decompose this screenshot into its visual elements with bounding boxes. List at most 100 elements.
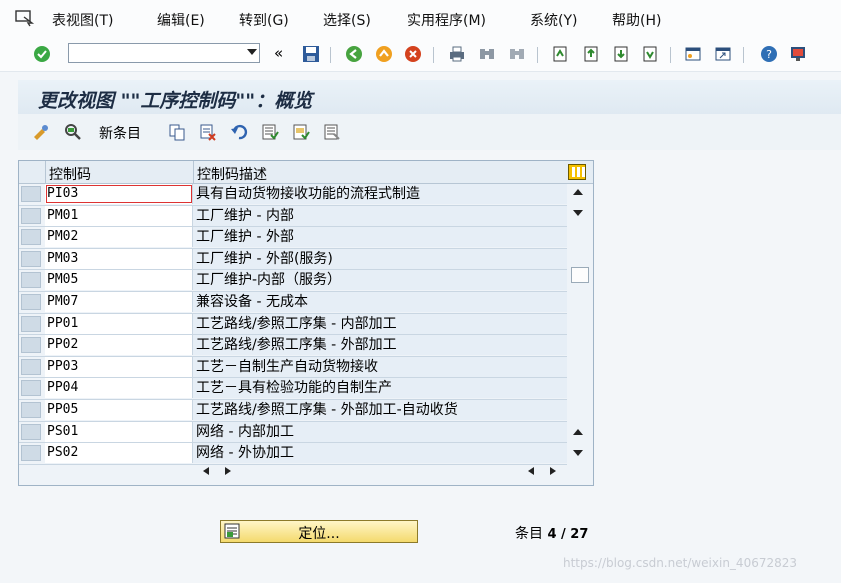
menu-system[interactable]: 系统(Y) — [530, 10, 577, 30]
scroll-left-icon[interactable] — [203, 467, 209, 475]
next-page-icon[interactable] — [612, 45, 630, 63]
row-selector[interactable] — [21, 229, 41, 246]
scroll-down-icon[interactable] — [573, 450, 583, 456]
control-key-cell[interactable]: PP02 — [45, 335, 193, 356]
column-header-control-key[interactable]: 控制码 — [49, 164, 91, 184]
delete-icon[interactable] — [199, 123, 217, 141]
column-header-description[interactable]: 控制码描述 — [197, 164, 267, 184]
row-selector[interactable] — [21, 423, 41, 440]
table-row[interactable]: PM03 工厂维护 - 外部(服务) — [19, 248, 567, 271]
row-selector[interactable] — [21, 272, 41, 289]
table-row[interactable]: PM01 工厂维护 - 内部 — [19, 205, 567, 228]
control-key-cell[interactable]: PM01 — [45, 205, 193, 226]
description-cell[interactable]: 工厂维护 - 外部(服务) — [193, 248, 567, 269]
table-row[interactable]: PM02 工厂维护 - 外部 — [19, 227, 567, 249]
menu-select[interactable]: 选择(S) — [323, 10, 371, 30]
menu-icon[interactable] — [15, 9, 35, 27]
table-row[interactable]: PP02 工艺路线/参照工序集 - 外部加工 — [19, 335, 567, 357]
deselect-all-icon[interactable] — [323, 123, 341, 141]
create-session-icon[interactable] — [684, 45, 702, 63]
details-icon[interactable] — [64, 123, 82, 141]
find-icon[interactable] — [478, 45, 496, 63]
select-all-icon[interactable] — [261, 123, 279, 141]
column-separator[interactable] — [193, 161, 194, 183]
select-block-icon[interactable] — [292, 123, 310, 141]
row-selector[interactable] — [21, 380, 41, 397]
description-cell[interactable]: 工艺路线/参照工序集 - 外部加工 — [193, 335, 567, 356]
back-icon[interactable] — [345, 45, 363, 63]
enter-check-icon[interactable] — [33, 45, 51, 63]
scroll-page-down-icon[interactable] — [573, 210, 583, 216]
menu-table-view[interactable]: 表视图(T) — [52, 10, 113, 30]
description-hscroll[interactable] — [199, 462, 239, 480]
cancel-icon[interactable] — [404, 45, 422, 63]
menu-help[interactable]: 帮助(H) — [612, 10, 661, 30]
row-selector[interactable] — [21, 315, 41, 332]
control-key-cell[interactable]: PS02 — [45, 443, 193, 464]
menu-edit[interactable]: 编辑(E) — [157, 10, 205, 30]
scroll-right-icon[interactable] — [550, 467, 556, 475]
description-cell[interactable]: 工艺路线/参照工序集 - 内部加工 — [193, 313, 567, 334]
control-key-cell[interactable]: PP05 — [45, 399, 193, 420]
table-row[interactable]: PS01 网络 - 内部加工 — [19, 421, 567, 444]
scroll-left-icon[interactable] — [528, 467, 534, 475]
exit-icon[interactable] — [375, 45, 393, 63]
save-icon[interactable] — [302, 45, 320, 63]
scroll-up-icon[interactable] — [573, 429, 583, 435]
menu-goto[interactable]: 转到(G) — [239, 10, 289, 30]
control-key-cell[interactable]: PI03 — [45, 184, 193, 204]
row-selector[interactable] — [21, 358, 41, 375]
table-settings-icon[interactable] — [568, 164, 586, 180]
vertical-scrollbar[interactable] — [568, 184, 590, 459]
table-row[interactable]: PM07 兼容设备 - 无成本 — [19, 291, 567, 314]
description-cell[interactable]: 工厂维护 - 内部 — [193, 205, 567, 226]
control-key-cell[interactable]: PP01 — [45, 313, 193, 334]
collapse-icon[interactable]: « — [274, 44, 283, 62]
scroll-right-icon[interactable] — [225, 467, 231, 475]
control-key-cell[interactable]: PP04 — [45, 378, 193, 399]
row-selector[interactable] — [21, 250, 41, 267]
last-page-icon[interactable] — [641, 45, 659, 63]
help-icon[interactable]: ? — [760, 45, 778, 63]
row-selector[interactable] — [21, 293, 41, 310]
table-row[interactable]: PM05 工厂维护-内部（服务） — [19, 270, 567, 292]
command-input[interactable] — [72, 45, 244, 63]
change-display-icon[interactable] — [32, 123, 50, 141]
description-cell[interactable]: 网络 - 外协加工 — [193, 443, 567, 464]
undo-icon[interactable] — [230, 123, 248, 141]
previous-page-icon[interactable] — [582, 45, 600, 63]
row-selector[interactable] — [21, 207, 41, 224]
menu-utilities[interactable]: 实用程序(M) — [407, 10, 486, 30]
table-row[interactable]: PP04 工艺－具有检验功能的自制生产 — [19, 378, 567, 400]
control-key-cell[interactable]: PP03 — [45, 356, 193, 377]
table-row[interactable]: PP01 工艺路线/参照工序集 - 内部加工 — [19, 313, 567, 336]
control-key-cell[interactable]: PM07 — [45, 291, 193, 312]
control-key-cell[interactable]: PM03 — [45, 248, 193, 269]
copy-icon[interactable] — [168, 123, 186, 141]
chevron-down-icon[interactable] — [247, 49, 257, 55]
row-selector[interactable] — [21, 337, 41, 354]
find-next-icon[interactable] — [508, 45, 526, 63]
description-cell[interactable]: 工艺－自制生产自动货物接收 — [193, 356, 567, 377]
new-entries-button[interactable]: 新条目 — [99, 123, 141, 143]
description-cell[interactable]: 工艺路线/参照工序集 - 外部加工-自动收货 — [193, 399, 567, 420]
position-button[interactable]: 定位... — [220, 520, 418, 543]
control-key-cell[interactable]: PS01 — [45, 421, 193, 442]
description-cell[interactable]: 兼容设备 - 无成本 — [193, 291, 567, 312]
customize-layout-icon[interactable] — [789, 45, 807, 63]
table-row[interactable]: PP03 工艺－自制生产自动货物接收 — [19, 356, 567, 379]
shortcut-icon[interactable] — [714, 45, 732, 63]
control-key-cell[interactable]: PM05 — [45, 270, 193, 291]
description-cell[interactable]: 工厂维护-内部（服务） — [193, 270, 567, 291]
scrollbar-thumb[interactable] — [571, 267, 589, 283]
table-row[interactable]: PS02 网络 - 外协加工 — [19, 443, 567, 465]
first-page-icon[interactable] — [551, 45, 569, 63]
print-icon[interactable] — [448, 45, 466, 63]
row-selector[interactable] — [21, 445, 41, 462]
select-all-rows-cell[interactable] — [19, 161, 46, 183]
control-key-cell[interactable]: PM02 — [45, 227, 193, 248]
table-row[interactable]: PP05 工艺路线/参照工序集 - 外部加工-自动收货 — [19, 399, 567, 422]
command-field[interactable] — [68, 43, 260, 63]
scroll-page-up-icon[interactable] — [573, 189, 583, 195]
description-cell[interactable]: 工艺－具有检验功能的自制生产 — [193, 378, 567, 399]
